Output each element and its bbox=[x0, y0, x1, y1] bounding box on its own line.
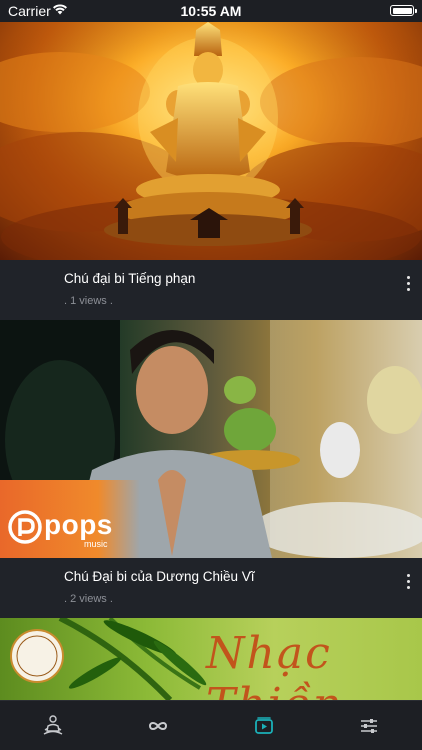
video-card[interactable]: Nhạc Thiền bbox=[0, 618, 422, 700]
tab-settings[interactable] bbox=[357, 714, 381, 738]
dot bbox=[407, 580, 410, 583]
dot bbox=[407, 288, 410, 291]
infinity-icon bbox=[148, 722, 168, 730]
video-thumbnail[interactable] bbox=[0, 22, 422, 260]
video-title[interactable]: Chú đại bi Tiếng phạn bbox=[64, 271, 195, 286]
meditation-icon bbox=[43, 715, 63, 735]
view-count: . 1 views . bbox=[64, 295, 113, 307]
video-thumbnail[interactable]: pops music bbox=[0, 320, 422, 558]
tab-infinity[interactable] bbox=[146, 714, 170, 738]
video-title[interactable]: Chú Đại bi của Dương Chiều Vĩ bbox=[64, 569, 254, 584]
pops-logo-text: pops bbox=[44, 509, 113, 540]
more-options-button[interactable] bbox=[402, 572, 416, 592]
pops-logo-subtext: music bbox=[84, 539, 108, 549]
tab-bar bbox=[0, 700, 422, 750]
status-bar: Carrier 10:55 AM bbox=[0, 0, 422, 22]
video-thumbnail[interactable]: Nhạc Thiền bbox=[0, 618, 422, 700]
tab-videos[interactable] bbox=[252, 714, 276, 738]
video-meta: Chú Đại bi của Dương Chiều Vĩ . 2 views … bbox=[0, 558, 422, 618]
clock: 10:55 AM bbox=[180, 3, 242, 19]
view-count: . 2 views . bbox=[64, 593, 113, 605]
pops-logo-icon bbox=[8, 510, 42, 544]
more-options-button[interactable] bbox=[402, 274, 416, 294]
dot bbox=[407, 276, 410, 279]
dot bbox=[407, 574, 410, 577]
settings-sliders-icon bbox=[361, 719, 377, 733]
play-video-icon bbox=[255, 717, 273, 734]
tab-meditation[interactable] bbox=[41, 714, 65, 738]
dot bbox=[407, 586, 410, 589]
battery-icon bbox=[390, 5, 417, 16]
video-feed[interactable]: Chú đại bi Tiếng phạn . 1 views . pops m… bbox=[0, 22, 422, 700]
video-card[interactable]: Chú đại bi Tiếng phạn . 1 views . bbox=[0, 22, 422, 320]
video-meta: Chú đại bi Tiếng phạn . 1 views . bbox=[0, 260, 422, 320]
video-card[interactable]: pops music Chú Đại bi của Dương Chiều Vĩ… bbox=[0, 320, 422, 618]
nhac-thien-text: Nhạc Thiền bbox=[206, 628, 341, 700]
golden-buddha-image bbox=[0, 22, 422, 260]
dot bbox=[407, 282, 410, 285]
